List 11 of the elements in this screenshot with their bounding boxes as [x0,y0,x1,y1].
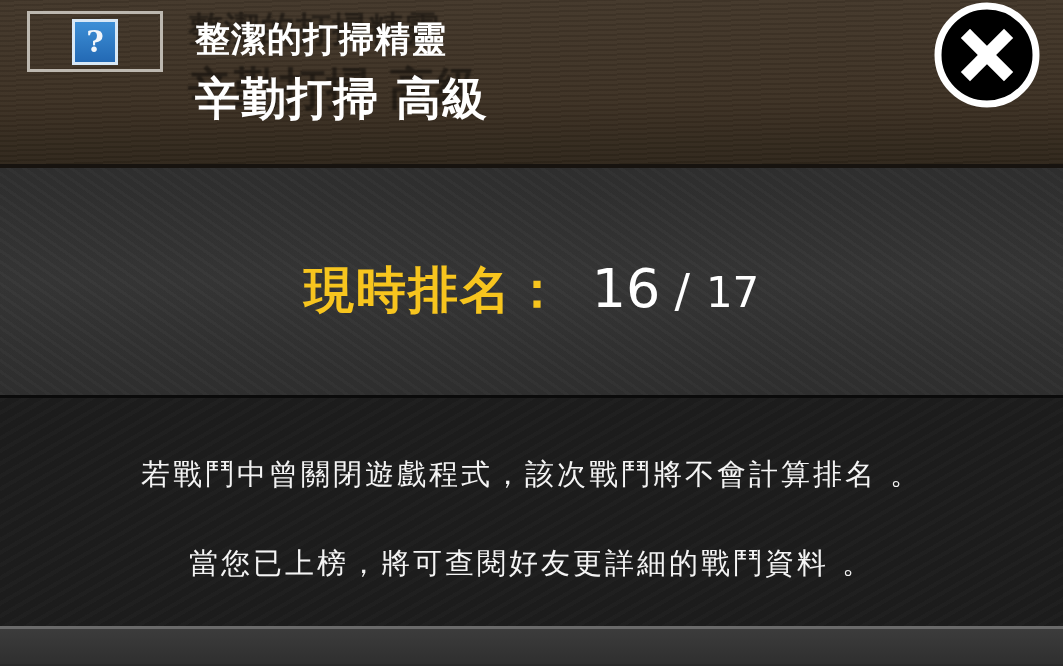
current-rank: 16 [591,257,661,320]
total-players: 17 [705,268,760,317]
note-text: 若戰鬥中曾關閉遊戲程式，該次戰鬥將不會計算排名 。 [141,456,922,491]
note-text: 當您已上榜，將可查閱好友更詳細的戰鬥資料 。 [189,545,874,580]
help-icon: ? [72,18,118,65]
rank-separator: / [674,264,690,318]
ranking-label: 現時排名： [303,260,564,321]
close-icon [934,2,1040,108]
close-button[interactable] [934,2,1040,108]
window-subtitle: 辛勤打掃 高級 [195,71,488,127]
window-title: 整潔的打掃精靈 [195,18,447,61]
